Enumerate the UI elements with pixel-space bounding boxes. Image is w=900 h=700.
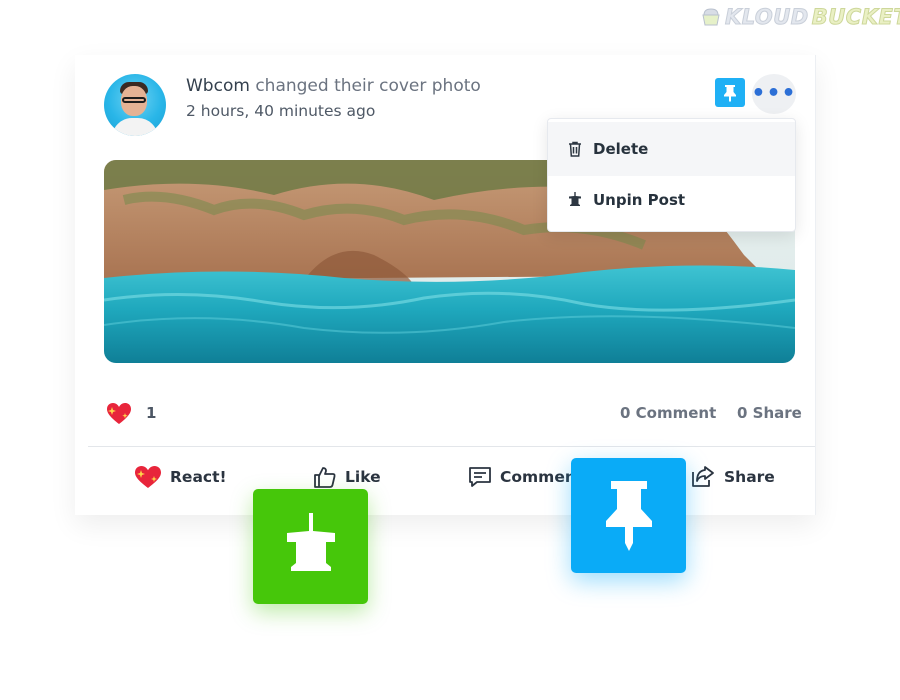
reaction-count[interactable]: 1 <box>146 404 156 422</box>
pin-feature-tile <box>571 458 686 573</box>
react-button[interactable]: React! <box>134 462 227 492</box>
trash-icon <box>565 141 585 157</box>
heart-sparkle-icon <box>135 466 161 488</box>
post-options-dropdown: Delete Unpin Post <box>547 118 796 232</box>
watermark-text-kloud: KLOUD <box>725 5 809 30</box>
comment-icon <box>469 467 491 487</box>
share-count[interactable]: 0 Share <box>737 404 802 422</box>
author-avatar[interactable] <box>104 74 166 136</box>
unpin-feature-tile <box>253 489 368 604</box>
delete-label: Delete <box>593 140 649 158</box>
more-icon: ••• <box>751 81 797 106</box>
comment-button[interactable]: Comment <box>468 462 583 492</box>
author-name-link[interactable]: Wbcom <box>186 76 250 96</box>
kloudbucket-watermark: KLOUD BUCKET <box>700 5 900 30</box>
unpin-post-label: Unpin Post <box>593 191 686 209</box>
share-button[interactable]: Share <box>690 462 775 492</box>
share-label: Share <box>724 468 775 486</box>
unpin-icon <box>565 192 585 208</box>
unpin-post-menu-item[interactable]: Unpin Post <box>548 173 795 227</box>
comment-count[interactable]: 0 Comment <box>620 404 716 422</box>
delete-post-menu-item[interactable]: Delete <box>548 122 795 176</box>
share-icon <box>692 466 714 487</box>
watermark-text-bucket: BUCKET <box>811 5 900 30</box>
thumbs-up-icon <box>314 467 336 488</box>
post-timestamp[interactable]: 2 hours, 40 minutes ago <box>186 102 375 120</box>
pin-icon <box>605 480 652 551</box>
like-button[interactable]: Like <box>313 462 381 492</box>
action-divider <box>88 446 815 447</box>
post-header-text: Wbcom changed their cover photo <box>186 76 481 96</box>
cloud-bucket-icon <box>702 8 720 26</box>
react-label: React! <box>170 468 227 486</box>
like-label: Like <box>345 468 381 486</box>
unpin-icon <box>286 512 335 571</box>
heart-reaction-icon[interactable] <box>106 401 132 427</box>
more-options-button[interactable]: ••• <box>751 74 797 114</box>
pinned-indicator[interactable] <box>715 78 745 107</box>
pin-icon <box>724 84 736 102</box>
post-action-text: changed their cover photo <box>255 76 481 96</box>
